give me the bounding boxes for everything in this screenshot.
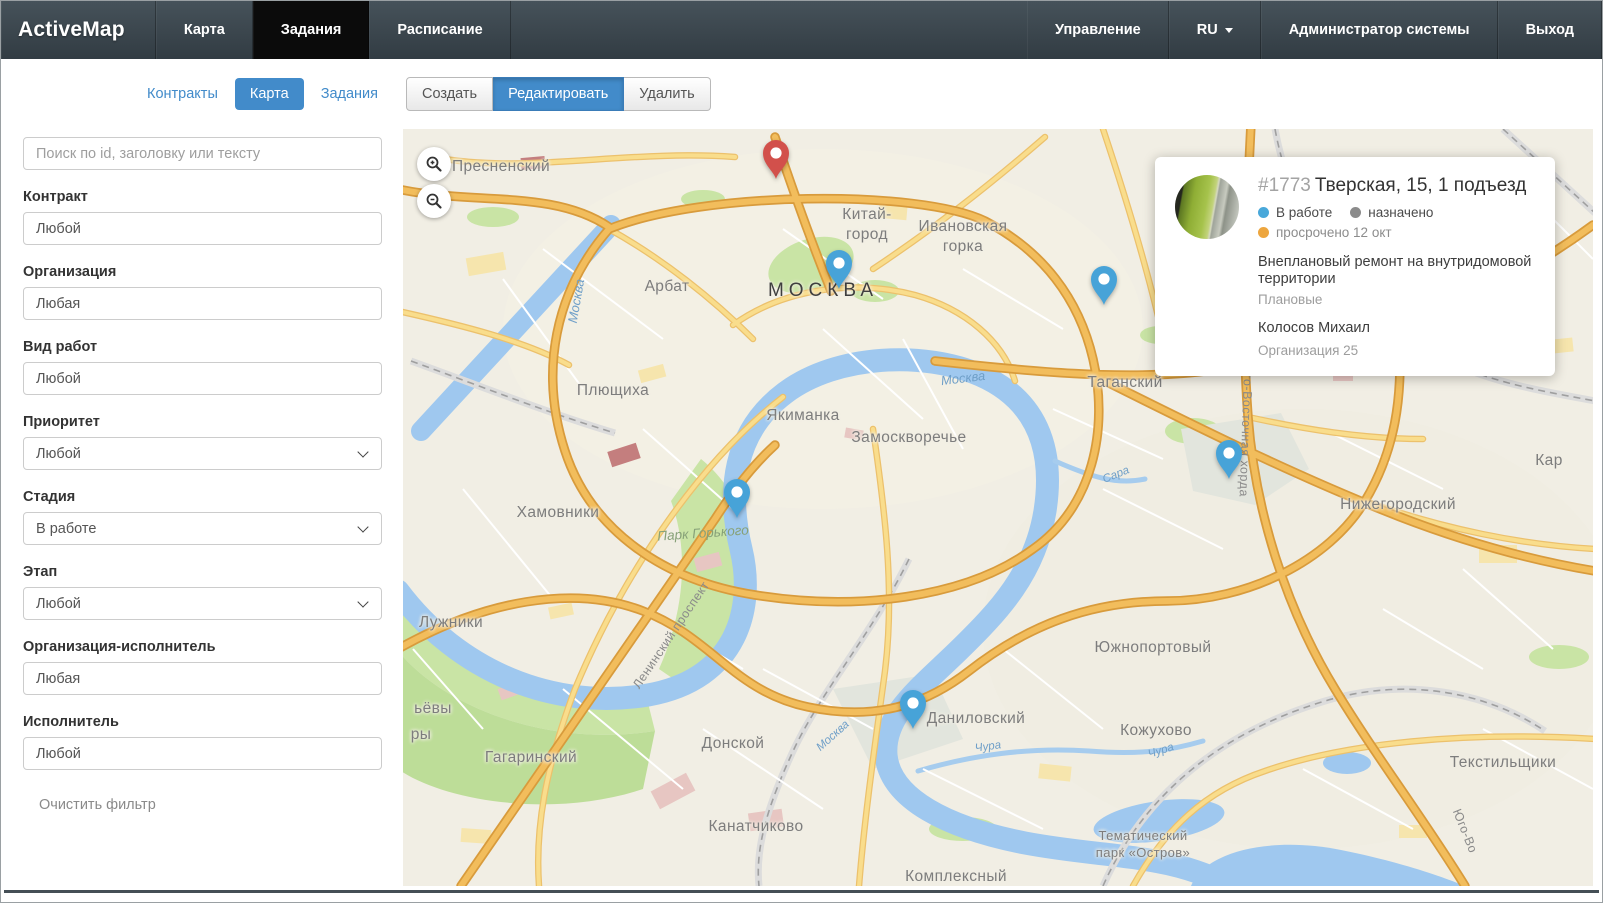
top-navbar: ActiveMap Карта Задания Расписание Управ…	[1, 1, 1602, 59]
filter-label: Организация-исполнитель	[23, 639, 382, 655]
filter-priority: Приоритет Любой	[23, 414, 382, 470]
status-label: назначено	[1368, 205, 1433, 220]
filter-label: Исполнитель	[23, 714, 382, 730]
task-id: #1773	[1258, 175, 1311, 196]
nav-item-management[interactable]: Управление	[1027, 1, 1169, 59]
zoom-out-icon	[425, 192, 443, 210]
pin-icon	[761, 138, 791, 180]
pin-icon	[898, 688, 928, 730]
map-pin[interactable]	[824, 248, 854, 290]
priority-select[interactable]: Любой	[23, 437, 382, 470]
nav-tab-schedule[interactable]: Расписание	[369, 1, 510, 59]
app-window: ActiveMap Карта Задания Расписание Управ…	[0, 0, 1603, 903]
filter-sidebar: Контракт Организация Вид работ Приоритет…	[1, 129, 403, 886]
status-badge: просрочено 12 окт	[1258, 225, 1392, 240]
status-label: просрочено 12 окт	[1276, 225, 1392, 240]
pin-icon	[1089, 264, 1119, 306]
select-value: Любой	[36, 596, 81, 612]
filter-label: Приоритет	[23, 414, 382, 430]
filter-step: Этап Любой	[23, 564, 382, 620]
search-input[interactable]	[23, 137, 382, 170]
filter-organization: Организация	[23, 264, 382, 320]
pin-icon	[824, 248, 854, 290]
executor-organization-input[interactable]	[23, 662, 382, 695]
zoom-out-button[interactable]	[417, 184, 451, 218]
filter-executor-organization: Организация-исполнитель	[23, 639, 382, 695]
nav-item-user[interactable]: Администратор системы	[1261, 1, 1498, 59]
chevron-down-icon	[1225, 28, 1233, 33]
stage-select[interactable]: В работе	[23, 512, 382, 545]
map-pin[interactable]	[722, 477, 752, 519]
create-button[interactable]: Создать	[406, 77, 493, 111]
filter-work-type: Вид работ	[23, 339, 382, 395]
select-value: В работе	[36, 521, 96, 537]
map-pin[interactable]	[898, 688, 928, 730]
window-bottom-frame	[4, 890, 1599, 893]
view-link-contracts[interactable]: Контракты	[147, 86, 218, 102]
organization-input[interactable]	[23, 287, 382, 320]
filter-executor: Исполнитель	[23, 714, 382, 770]
filter-label: Стадия	[23, 489, 382, 505]
map-city-label: МОСКВА	[768, 280, 878, 302]
nav-item-language[interactable]: RU	[1169, 1, 1261, 59]
nav-spacer	[511, 1, 1027, 59]
status-label: В работе	[1276, 205, 1332, 220]
status-badge: назначено	[1350, 205, 1433, 220]
executor-input[interactable]	[23, 737, 382, 770]
task-popup-body: #1773Тверская, 15, 1 подъезд В работе на…	[1258, 175, 1535, 358]
task-description: Внеплановый ремонт на внутридомовой терр…	[1258, 254, 1535, 289]
filter-label: Этап	[23, 564, 382, 580]
select-value: Любой	[36, 446, 81, 462]
task-organization: Организация 25	[1258, 343, 1535, 358]
task-title[interactable]: #1773Тверская, 15, 1 подъезд	[1258, 175, 1535, 197]
secondary-toolbar: Контракты Карта Задания Создать Редактир…	[1, 59, 1602, 129]
map-pin[interactable]	[1089, 264, 1119, 306]
filter-label: Организация	[23, 264, 382, 280]
step-select[interactable]: Любой	[23, 587, 382, 620]
delete-button[interactable]: Удалить	[624, 77, 710, 111]
filter-contract: Контракт	[23, 189, 382, 245]
zoom-in-icon	[425, 155, 443, 173]
task-photo	[1175, 175, 1239, 239]
view-switch: Контракты Карта Задания	[1, 78, 403, 110]
app-logo[interactable]: ActiveMap	[1, 1, 156, 59]
status-row: просрочено 12 окт	[1258, 225, 1535, 240]
chevron-down-icon	[357, 446, 368, 457]
status-row: В работе назначено	[1258, 205, 1535, 220]
nav-tab-tasks[interactable]: Задания	[253, 1, 370, 59]
filter-label: Контракт	[23, 189, 382, 205]
status-badge: В работе	[1258, 205, 1332, 220]
filter-stage: Стадия В работе	[23, 489, 382, 545]
view-link-tasks[interactable]: Задания	[321, 86, 378, 102]
contract-input[interactable]	[23, 212, 382, 245]
zoom-in-button[interactable]	[417, 147, 451, 181]
work-type-input[interactable]	[23, 362, 382, 395]
task-category: Плановые	[1258, 292, 1535, 307]
task-address: Тверская, 15, 1 подъезд	[1315, 175, 1526, 196]
status-dot	[1258, 227, 1269, 238]
task-popup: #1773Тверская, 15, 1 подъезд В работе на…	[1155, 157, 1555, 376]
status-dot	[1258, 207, 1269, 218]
filter-label: Вид работ	[23, 339, 382, 355]
edit-button[interactable]: Редактировать	[493, 77, 624, 111]
language-label: RU	[1197, 22, 1218, 38]
nav-tab-map[interactable]: Карта	[156, 1, 253, 59]
pin-icon	[1214, 438, 1244, 480]
chevron-down-icon	[357, 521, 368, 532]
view-button-map[interactable]: Карта	[235, 78, 304, 110]
clear-filter-link[interactable]: Очистить фильтр	[39, 797, 156, 813]
nav-item-logout[interactable]: Выход	[1498, 1, 1602, 59]
chevron-down-icon	[357, 596, 368, 607]
map-canvas[interactable]: Пресненский Китай- город Ивановская горк…	[403, 129, 1593, 886]
status-dot	[1350, 207, 1361, 218]
map-pin[interactable]	[1214, 438, 1244, 480]
pin-icon	[722, 477, 752, 519]
map-pin[interactable]	[761, 138, 791, 180]
task-assignee: Колосов Михаил	[1258, 320, 1535, 336]
action-button-group: Создать Редактировать Удалить	[406, 77, 711, 111]
